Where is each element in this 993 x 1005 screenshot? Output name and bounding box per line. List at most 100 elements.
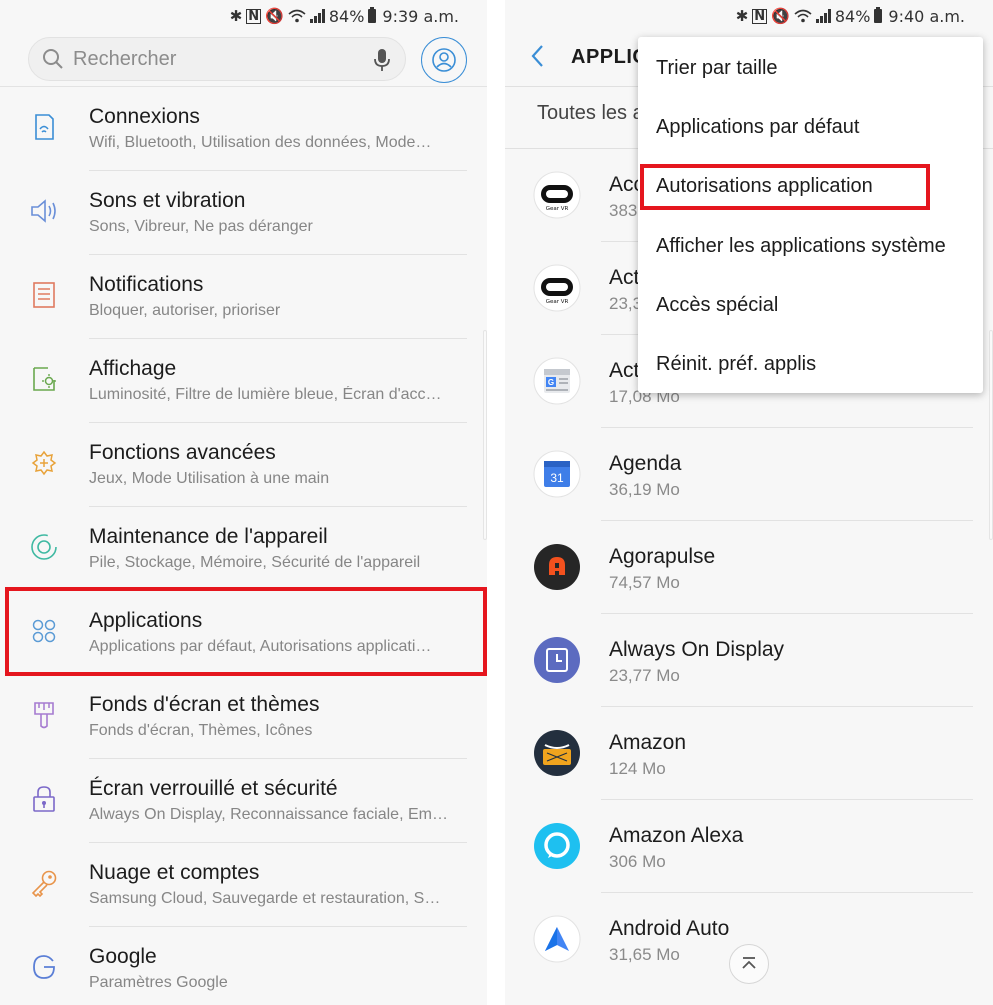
item-subtitle: Samsung Cloud, Sauvegarde et restauratio… — [89, 890, 441, 907]
menu-item-special-access[interactable]: Accès spécial — [656, 294, 778, 317]
app-name: Amazon Alexa — [609, 824, 744, 847]
nfc-icon: N — [246, 8, 262, 24]
app-row[interactable]: Always On Display 23,77 Mo — [505, 614, 993, 707]
app-name: Act — [609, 266, 640, 289]
search-placeholder: Rechercher — [73, 47, 177, 70]
back-arrow-icon[interactable] — [528, 42, 548, 70]
settings-item-fonctions-avancees[interactable]: Fonctions avancées Jeux, Mode Utilisatio… — [0, 423, 487, 507]
bluetooth-icon: ✱ — [229, 6, 243, 25]
key-icon — [28, 867, 60, 899]
app-size: 74,57 Mo — [609, 573, 680, 592]
settings-item-affichage[interactable]: Affichage Luminosité, Filtre de lumière … — [0, 339, 487, 423]
signal-icon — [309, 9, 325, 23]
item-subtitle: Wifi, Bluetooth, Utilisation des données… — [89, 134, 432, 151]
filter-dropdown[interactable]: Toutes les a — [537, 102, 644, 125]
android-auto-icon — [533, 915, 581, 963]
settings-item-nuage-comptes[interactable]: Nuage et comptes Samsung Cloud, Sauvegar… — [0, 843, 487, 927]
settings-item-notifications[interactable]: Notifications Bloquer, autoriser, priori… — [0, 255, 487, 339]
device-maintenance-icon — [28, 531, 60, 563]
battery-percent: 84% — [834, 6, 871, 26]
nfc-icon: N — [752, 8, 768, 24]
app-size: 23,77 Mo — [609, 666, 680, 685]
menu-item-sort-by-size[interactable]: Trier par taille — [656, 57, 778, 80]
status-bar: ✱ N 🔇 84% 9:39 a.m. — [230, 5, 459, 27]
settings-item-fonds-ecran[interactable]: Fonds d'écran et thèmes Fonds d'écran, T… — [0, 675, 487, 759]
page-title: APPLIC — [571, 46, 648, 68]
scroll-edge — [989, 330, 993, 540]
wifi-icon — [288, 9, 306, 23]
clock: 9:40 a.m. — [888, 6, 965, 26]
alexa-icon — [534, 823, 580, 869]
search-field[interactable]: Rechercher — [28, 37, 406, 81]
mute-icon: 🔇 — [265, 6, 284, 25]
battery-icon — [368, 7, 377, 23]
settings-item-ecran-verrouille[interactable]: Écran verrouillé et sécurité Always On D… — [0, 759, 487, 843]
item-title: Nuage et comptes — [89, 861, 260, 884]
item-title: Écran verrouillé et sécurité — [89, 777, 338, 800]
scroll-edge — [483, 330, 487, 540]
chevron-up-icon — [742, 957, 756, 969]
account-icon — [432, 48, 456, 72]
item-subtitle: Always On Display, Reconnaissance facial… — [89, 806, 448, 823]
settings-list: Connexions Wifi, Bluetooth, Utilisation … — [0, 87, 487, 1005]
app-name: Agorapulse — [609, 545, 716, 568]
app-size: 383 — [609, 201, 638, 220]
app-row[interactable]: Amazon Alexa 306 Mo — [505, 800, 993, 893]
clock: 9:39 a.m. — [382, 6, 459, 26]
app-size: 36,19 Mo — [609, 480, 680, 499]
item-title: Maintenance de l'appareil — [89, 525, 328, 548]
connections-icon — [28, 111, 60, 143]
app-name: Always On Display — [609, 638, 785, 661]
app-row[interactable]: Agorapulse 74,57 Mo — [505, 521, 993, 614]
app-size: 306 Mo — [609, 852, 666, 871]
bluetooth-icon: ✱ — [735, 6, 749, 25]
highlight-applications — [5, 587, 487, 676]
agorapulse-icon — [534, 544, 580, 590]
settings-item-sons[interactable]: Sons et vibration Sons, Vibreur, Ne pas … — [0, 171, 487, 255]
item-subtitle: Paramètres Google — [89, 974, 228, 991]
mute-icon: 🔇 — [771, 6, 790, 25]
menu-item-reset-app-preferences[interactable]: Réinit. préf. applis — [656, 353, 816, 376]
app-row[interactable]: Amazon 124 Mo — [505, 707, 993, 800]
settings-item-google[interactable]: Google Paramètres Google — [0, 927, 487, 1005]
settings-item-maintenance[interactable]: Maintenance de l'appareil Pile, Stockage… — [0, 507, 487, 591]
signal-icon — [815, 9, 831, 23]
menu-item-default-apps[interactable]: Applications par défaut — [656, 116, 859, 139]
app-name: Android Auto — [609, 917, 730, 940]
wifi-icon — [794, 9, 812, 23]
gear-vr-label: Gear VR — [546, 206, 569, 212]
item-subtitle: Luminosité, Filtre de lumière bleue, Écr… — [89, 386, 442, 403]
calendar-day: 31 — [550, 471, 564, 485]
paintbrush-icon — [28, 699, 60, 731]
calendar-icon: 31 — [533, 450, 581, 498]
app-size: 124 Mo — [609, 759, 666, 778]
item-title: Notifications — [89, 273, 204, 296]
advanced-features-icon — [28, 447, 60, 479]
settings-item-connexions[interactable]: Connexions Wifi, Bluetooth, Utilisation … — [0, 87, 487, 171]
settings-screen: ✱ N 🔇 84% 9:39 a.m. Rechercher Connexion… — [0, 0, 487, 1005]
item-subtitle: Sons, Vibreur, Ne pas déranger — [89, 218, 313, 235]
profile-button[interactable] — [421, 37, 467, 83]
amazon-icon — [534, 730, 580, 776]
item-title: Affichage — [89, 357, 177, 380]
item-subtitle: Bloquer, autoriser, prioriser — [89, 302, 281, 319]
item-title: Fonds d'écran et thèmes — [89, 693, 320, 716]
volume-icon — [28, 195, 60, 227]
highlight-app-permissions — [640, 164, 930, 210]
app-name: Act — [609, 359, 640, 382]
item-title: Sons et vibration — [89, 189, 246, 212]
microphone-icon[interactable] — [373, 48, 391, 72]
app-name: Agenda — [609, 452, 682, 475]
scroll-to-top-button[interactable] — [729, 944, 769, 984]
app-size: 31,65 Mo — [609, 945, 680, 964]
battery-percent: 84% — [328, 6, 365, 26]
item-title: Connexions — [89, 105, 200, 128]
battery-icon — [874, 7, 883, 23]
google-news-icon: G — [533, 357, 581, 405]
notifications-icon — [28, 279, 60, 311]
item-title: Google — [89, 945, 157, 968]
app-row[interactable]: 31 Agenda 36,19 Mo — [505, 428, 993, 521]
status-bar: ✱ N 🔇 84% 9:40 a.m. — [736, 5, 965, 27]
menu-item-show-system-apps[interactable]: Afficher les applications système — [656, 235, 946, 258]
gear-vr-icon: Gear VR — [533, 171, 581, 219]
